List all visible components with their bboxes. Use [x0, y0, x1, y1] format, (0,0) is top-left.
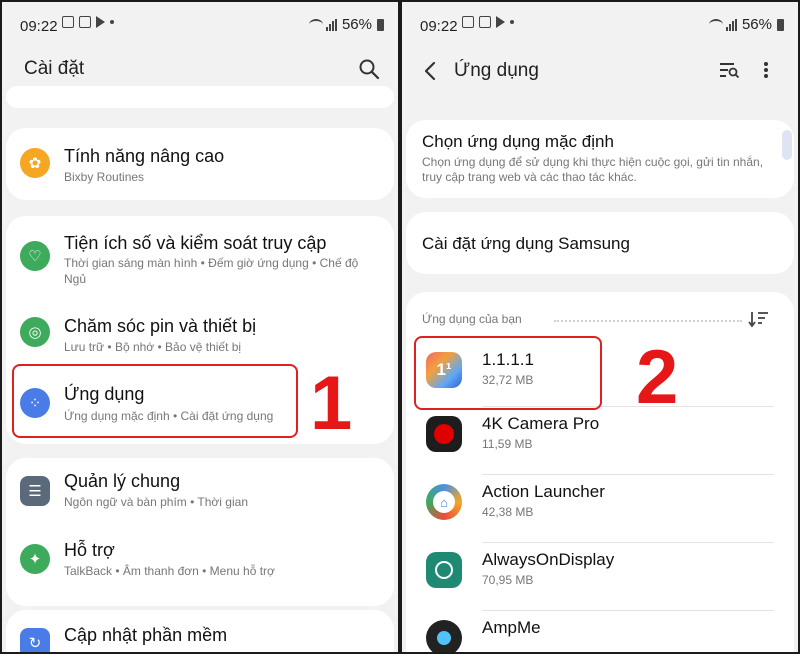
app-name: AmpMe: [482, 618, 541, 637]
section-label: Ứng dụng của bạn: [422, 312, 522, 326]
status-bar: 09:22 56%: [2, 2, 398, 42]
wellbeing-icon: ♡: [20, 241, 50, 271]
section-divider: [554, 320, 742, 322]
accessibility-icon: ✦: [20, 544, 50, 574]
item-title: Tính năng nâng cao: [64, 146, 225, 166]
item-title: Hỗ trợ: [64, 540, 115, 560]
camera-record-icon: [426, 416, 462, 452]
settings-item-battery-care[interactable]: ◎ Chăm sóc pin và thiết bị Lưu trữ • Bộ …: [6, 300, 394, 360]
settings-item-software-update[interactable]: ↻ Cập nhật phần mềm: [6, 610, 394, 652]
status-time: 09:22: [420, 18, 458, 35]
back-arrow-icon[interactable]: [422, 60, 438, 82]
apps-screen: 09:22 56% Ứng dụng Chọn ứng dụng mặc địn…: [402, 2, 798, 652]
app-size: 11,59 MB: [482, 437, 533, 451]
settings-item-accessibility[interactable]: ✦ Hỗ trợ TalkBack • Âm thanh đơn • Menu …: [6, 528, 394, 598]
default-apps-title: Chọn ứng dụng mặc định: [422, 132, 614, 151]
item-title: Tiện ích số và kiểm soát truy cập: [64, 233, 327, 253]
highlight-box-app: [414, 336, 602, 410]
app-size: 70,95 MB: [482, 573, 534, 587]
settings-item-digital-wellbeing[interactable]: ♡ Tiện ích số và kiểm soát truy cập Thời…: [6, 216, 394, 292]
update-icon: ↻: [20, 628, 50, 652]
settings-item-general-management[interactable]: ☰ Quản lý chung Ngôn ngữ và bàn phím • T…: [6, 458, 394, 528]
settings-item-advanced-features[interactable]: ✿ Tính năng nâng cao Bixby Routines: [6, 128, 394, 200]
filter-search-icon[interactable]: [718, 60, 740, 80]
card-general: ☰ Quản lý chung Ngôn ngữ và bàn phím • T…: [6, 458, 394, 606]
signal-icon: [725, 18, 737, 31]
scrollbar[interactable]: [782, 130, 792, 160]
app-name: AlwaysOnDisplay: [482, 550, 615, 569]
wifi-icon: [708, 18, 723, 31]
item-title: Quản lý chung: [64, 471, 181, 491]
notification-icons: [462, 16, 514, 28]
speaker-icon: [426, 620, 462, 652]
launcher-home-icon: ⌂: [426, 484, 462, 520]
status-bar: 09:22 56%: [402, 2, 798, 42]
search-icon[interactable]: [358, 58, 380, 80]
default-apps-item[interactable]: Chọn ứng dụng mặc định Chọn ứng dụng để …: [406, 120, 794, 198]
gear-plus-icon: ✿: [20, 148, 50, 178]
status-time: 09:22: [20, 18, 58, 35]
battery-percent: 56%: [741, 16, 772, 33]
default-apps-subtitle: Chọn ứng dụng để sử dụng khi thực hiện c…: [422, 155, 764, 184]
samsung-app-settings-label: Cài đặt ứng dụng Samsung: [422, 234, 630, 253]
signal-icon: [325, 18, 337, 31]
app-name: 4K Camera Pro: [482, 414, 600, 433]
item-title: Cập nhật phần mềm: [64, 625, 228, 645]
card-update: ↻ Cập nhật phần mềm: [6, 610, 394, 652]
battery-icon: [377, 18, 384, 31]
battery-icon: [777, 18, 784, 31]
item-subtitle: Ngôn ngữ và bàn phím • Thời gian: [64, 495, 248, 509]
clock-icon: [426, 552, 462, 588]
step-number-1: 1: [310, 361, 353, 446]
card-top-fragment: [6, 86, 394, 108]
more-options-icon[interactable]: [762, 60, 770, 80]
samsung-app-settings-item[interactable]: Cài đặt ứng dụng Samsung: [406, 212, 794, 274]
app-item[interactable]: 4K Camera Pro 11,59 MB: [406, 402, 794, 470]
device-care-icon: ◎: [20, 317, 50, 347]
app-name: Action Launcher: [482, 482, 605, 501]
sort-icon[interactable]: [748, 310, 770, 328]
step-number-2: 2: [636, 335, 679, 420]
sliders-icon: ☰: [20, 476, 50, 506]
app-item[interactable]: ⌂ Action Launcher 42,38 MB: [406, 470, 794, 538]
page-title: Cài đặt: [24, 58, 85, 79]
item-subtitle: TalkBack • Âm thanh đơn • Menu hỗ trợ: [64, 564, 275, 578]
card-advanced: ✿ Tính năng nâng cao Bixby Routines: [6, 128, 394, 200]
highlight-box-apps: [12, 364, 298, 438]
item-subtitle: Lưu trữ • Bộ nhớ • Bảo vệ thiết bị: [64, 340, 242, 354]
app-item[interactable]: AmpMe: [406, 606, 794, 652]
notification-icons: [62, 16, 114, 28]
settings-screen: 09:22 56% Cài đặt ✿ Tính năng nâng cao B…: [2, 2, 398, 652]
app-size: 42,38 MB: [482, 505, 534, 519]
item-title: Chăm sóc pin và thiết bị: [64, 316, 257, 336]
item-subtitle: Bixby Routines: [64, 170, 145, 184]
battery-percent: 56%: [341, 16, 372, 33]
page-title: Ứng dụng: [454, 60, 539, 81]
item-subtitle: Thời gian sáng màn hình • Đếm giờ ứng dụ…: [64, 256, 359, 286]
wifi-icon: [308, 18, 323, 31]
app-item[interactable]: AlwaysOnDisplay 70,95 MB: [406, 538, 794, 606]
